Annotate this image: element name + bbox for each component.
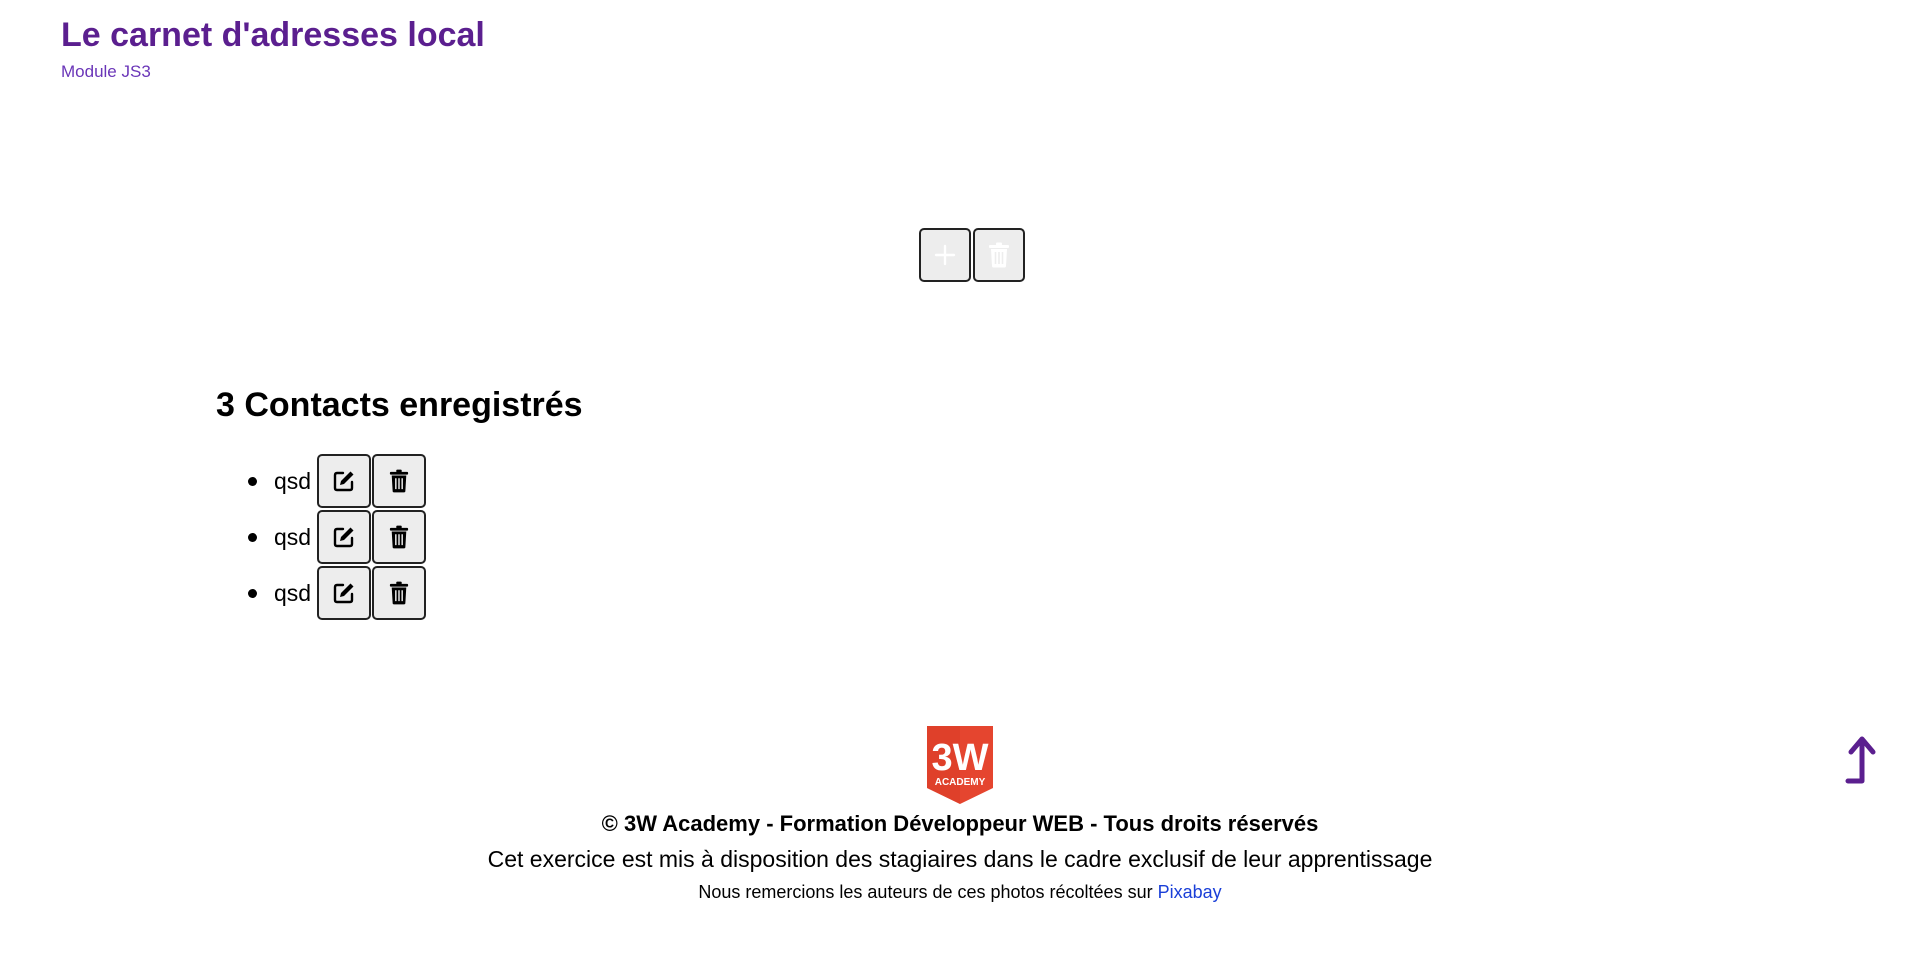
contact-list-item: qsd xyxy=(216,566,583,620)
page-footer: 3W ACADEMY © 3W Academy - Formation Déve… xyxy=(0,726,1920,905)
trash-icon xyxy=(390,469,409,493)
trash-icon xyxy=(989,242,1009,268)
delete-contact-button[interactable] xyxy=(372,510,427,564)
edit-icon xyxy=(333,583,354,604)
contact-list-item: qsd xyxy=(216,510,583,564)
footer-credits: Nous remercions les auteurs de ces photo… xyxy=(0,879,1920,905)
trash-icon xyxy=(390,525,409,549)
3w-academy-logo: 3W ACADEMY xyxy=(925,726,995,804)
bullet-icon xyxy=(248,532,257,542)
page-subtitle: Module JS3 xyxy=(61,62,151,81)
svg-text:ACADEMY: ACADEMY xyxy=(935,777,986,788)
pixabay-link[interactable]: Pixabay xyxy=(1158,882,1222,902)
arrow-up-icon xyxy=(1845,736,1876,784)
svg-text:3W: 3W xyxy=(932,737,989,779)
contact-name: qsd xyxy=(274,467,312,494)
edit-icon xyxy=(333,527,354,548)
trash-icon xyxy=(390,581,409,605)
credits-text: Nous remercions les auteurs de ces photo… xyxy=(698,882,1158,902)
edit-contact-button[interactable] xyxy=(317,510,372,564)
footer-notice: Cet exercice est mis à disposition des s… xyxy=(487,846,1433,872)
scroll-to-top-button[interactable] xyxy=(1840,734,1884,786)
bullet-icon xyxy=(248,588,257,598)
contact-list: qsd qsd qsd xyxy=(216,454,583,620)
edit-contact-button[interactable] xyxy=(317,566,372,620)
delete-contact-button[interactable] xyxy=(372,454,427,508)
contacts-heading: 3 Contacts enregistrés xyxy=(216,386,583,424)
bullet-icon xyxy=(248,476,257,486)
contact-toolbar xyxy=(919,228,1025,282)
page-header: Le carnet d'adresses local Module JS3 xyxy=(61,14,485,83)
contacts-section: 3 Contacts enregistrés qsd qsd qsd xyxy=(216,382,583,622)
contact-list-item: qsd xyxy=(216,454,583,508)
contact-name: qsd xyxy=(274,523,312,550)
copyright-text: © 3W Academy - Formation Développeur WEB… xyxy=(601,811,1319,836)
edit-contact-button[interactable] xyxy=(317,454,372,508)
contact-name: qsd xyxy=(274,579,312,606)
clear-contacts-button[interactable] xyxy=(973,228,1025,282)
page-title: Le carnet d'adresses local xyxy=(61,16,485,54)
plus-icon xyxy=(934,244,956,266)
edit-icon xyxy=(333,471,354,492)
add-contact-button[interactable] xyxy=(919,228,971,282)
delete-contact-button[interactable] xyxy=(372,566,427,620)
